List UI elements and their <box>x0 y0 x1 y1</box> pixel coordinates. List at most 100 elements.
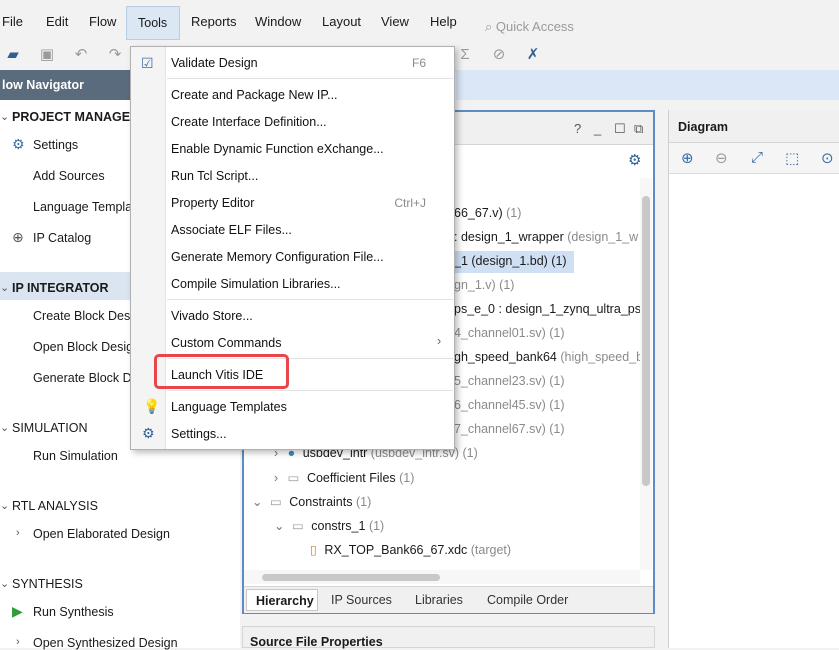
menu-item-run-tcl-script[interactable]: Run Tcl Script... <box>171 169 258 183</box>
section-rtl-analysis[interactable]: RTL ANALYSIS <box>12 499 98 513</box>
nav-ip-catalog[interactable]: IP Catalog <box>33 231 91 245</box>
crosshair-icon[interactable]: ⊙ <box>821 149 834 167</box>
section-synthesis[interactable]: SYNTHESIS <box>12 577 83 591</box>
menu-item-vivado-store[interactable]: Vivado Store... <box>171 309 253 323</box>
nav-open-elaborated-design[interactable]: Open Elaborated Design <box>33 527 170 541</box>
menu-item-associate-elf[interactable]: Associate ELF Files... <box>171 223 292 237</box>
menu-item-language-templates[interactable]: Language Templates <box>171 400 287 414</box>
tree-row-selected[interactable]: _1 (design_1.bd) (1) <box>454 251 574 273</box>
tree-row[interactable]: › ▭ Coefficient Files (1) <box>274 470 414 485</box>
menu-tools-label: Tools <box>138 16 168 30</box>
diagram-title: Diagram <box>678 120 729 134</box>
chevron-down-icon[interactable]: ⌄ <box>274 519 284 533</box>
flow-navigator-title: low Navigator <box>2 78 84 92</box>
section-simulation[interactable]: SIMULATION <box>12 421 87 435</box>
submenu-arrow-icon: › <box>437 334 442 348</box>
chevron-down-icon[interactable]: ⌄ <box>0 421 9 434</box>
menu-item-custom-commands[interactable]: Custom Commands <box>171 336 281 350</box>
menu-item-generate-memory-config[interactable]: Generate Memory Configuration File... <box>171 250 384 264</box>
menu-item-validate-design[interactable]: Validate Design <box>171 56 258 70</box>
chevron-down-icon[interactable]: ⌄ <box>0 499 9 512</box>
fit-view-icon[interactable]: ⤢ <box>751 149 763 166</box>
section-project-manager[interactable]: PROJECT MANAGER <box>12 110 139 124</box>
chevron-right-icon[interactable]: › <box>16 527 20 539</box>
chevron-down-icon[interactable]: ⌄ <box>0 281 9 294</box>
maximize-icon[interactable]: ☐ <box>614 121 626 137</box>
float-icon[interactable]: ⧉ <box>634 121 643 137</box>
tree-row[interactable]: ▯ RX_TOP_Bank66_67.xdc (target) <box>310 542 511 557</box>
help-icon[interactable]: ? <box>574 121 581 136</box>
tab-compile-order[interactable]: Compile Order <box>487 593 568 607</box>
diagram-panel: Diagram ⊕ ⊖ ⤢ ⬚ ⊙ <box>668 110 839 648</box>
zoom-in-icon[interactable]: ⊕ <box>681 149 694 167</box>
tree-row[interactable]: ps_e_0 : design_1_zynq_ultra_ps <box>454 302 641 316</box>
save-icon[interactable]: ▣ <box>38 46 56 64</box>
menu-view[interactable]: View <box>381 14 409 29</box>
redo-icon[interactable]: ↷ <box>106 46 124 64</box>
tree-row[interactable]: gn_1.v) (1) <box>454 278 514 292</box>
nav-run-synthesis[interactable]: Run Synthesis <box>33 605 114 619</box>
toolbar-disabled-icon[interactable]: ⊘ <box>490 46 508 64</box>
tab-hierarchy[interactable]: Hierarchy <box>246 589 318 611</box>
menu-item-enable-dfx[interactable]: Enable Dynamic Function eXchange... <box>171 142 384 156</box>
nav-open-block-design[interactable]: Open Block Desig <box>33 340 133 354</box>
shortcut-label: Ctrl+J <box>394 196 426 210</box>
horizontal-scrollbar-thumb[interactable] <box>262 574 440 581</box>
tree-row[interactable]: ⌄ ▭ Constraints (1) <box>252 494 371 509</box>
menu-separator <box>167 299 453 300</box>
tree-row[interactable]: 66_67.v) (1) <box>454 206 521 220</box>
chevron-right-icon[interactable]: › <box>274 471 278 485</box>
tree-row[interactable]: ⌄ ▭ constrs_1 (1) <box>274 518 384 533</box>
tree-row[interactable]: 5_channel23.sv) (1) <box>454 374 564 388</box>
shortcut-label: F6 <box>411 56 426 70</box>
vertical-scrollbar-thumb[interactable] <box>642 196 650 486</box>
quick-access-placeholder: ⌕ Quick Access <box>485 19 574 34</box>
toolbar-sigma-icon[interactable]: Σ <box>456 46 474 64</box>
zoom-area-icon[interactable]: ⬚ <box>785 149 799 167</box>
gear-icon: ⚙ <box>142 425 155 441</box>
menu-item-create-interface-definition[interactable]: Create Interface Definition... <box>171 115 327 129</box>
chevron-down-icon[interactable]: ⌄ <box>252 495 262 509</box>
menu-window[interactable]: Window <box>255 14 301 29</box>
quick-access-field[interactable]: ⌕ Quick Access <box>478 14 626 41</box>
sources-tab-bar: Hierarchy IP Sources Libraries Compile O… <box>244 586 653 613</box>
menu-tools[interactable]: Tools <box>126 6 180 40</box>
tab-ip-sources[interactable]: IP Sources <box>331 593 392 607</box>
folder-icon: ▭ <box>291 519 304 533</box>
menu-bar: File Edit Flow Tools Reports Window Layo… <box>0 6 839 41</box>
status-strip <box>456 70 839 100</box>
menu-edit[interactable]: Edit <box>46 14 68 29</box>
tree-row[interactable]: 7_channel67.sv) (1) <box>454 422 564 436</box>
menu-help[interactable]: Help <box>430 14 457 29</box>
section-ip-integrator[interactable]: IP INTEGRATOR <box>12 281 109 295</box>
tree-row[interactable]: gh_speed_bank64 (high_speed_b <box>454 350 643 364</box>
tab-libraries[interactable]: Libraries <box>415 593 463 607</box>
menu-file[interactable]: File <box>2 14 23 29</box>
zoom-out-icon[interactable]: ⊖ <box>715 149 728 167</box>
menu-item-property-editor[interactable]: Property Editor <box>171 196 254 210</box>
open-folder-icon[interactable]: ▰ <box>4 46 22 64</box>
menu-item-create-package-ip[interactable]: Create and Package New IP... <box>171 88 338 102</box>
tree-row[interactable]: 4_channel01.sv) (1) <box>454 326 564 340</box>
nav-generate-block-design[interactable]: Generate Block D <box>33 371 132 385</box>
gear-icon[interactable]: ⚙ <box>628 151 641 169</box>
menu-reports[interactable]: Reports <box>191 14 237 29</box>
toolbar-disconnect-icon[interactable]: ✗ <box>524 46 542 64</box>
menu-item-settings[interactable]: Settings... <box>171 427 227 441</box>
tree-row[interactable]: 6_channel45.sv) (1) <box>454 398 564 412</box>
menu-flow[interactable]: Flow <box>89 14 116 29</box>
chevron-down-icon[interactable]: ⌄ <box>0 110 9 123</box>
tree-row[interactable]: : design_1_wrapper (design_1_w <box>454 230 638 244</box>
nav-settings[interactable]: Settings <box>33 138 78 152</box>
minimize-icon[interactable]: _ <box>594 121 601 136</box>
nav-language-templates[interactable]: Language Templa <box>33 200 132 214</box>
menu-layout[interactable]: Layout <box>322 14 361 29</box>
nav-create-block-design[interactable]: Create Block Desi <box>33 309 133 323</box>
menu-item-compile-sim-libraries[interactable]: Compile Simulation Libraries... <box>171 277 341 291</box>
chevron-right-icon[interactable]: › <box>16 636 20 648</box>
undo-icon[interactable]: ↶ <box>72 46 90 64</box>
nav-add-sources[interactable]: Add Sources <box>33 169 105 183</box>
chevron-down-icon[interactable]: ⌄ <box>0 577 9 590</box>
nav-run-simulation[interactable]: Run Simulation <box>33 449 118 463</box>
diagram-header: Diagram <box>669 110 839 143</box>
